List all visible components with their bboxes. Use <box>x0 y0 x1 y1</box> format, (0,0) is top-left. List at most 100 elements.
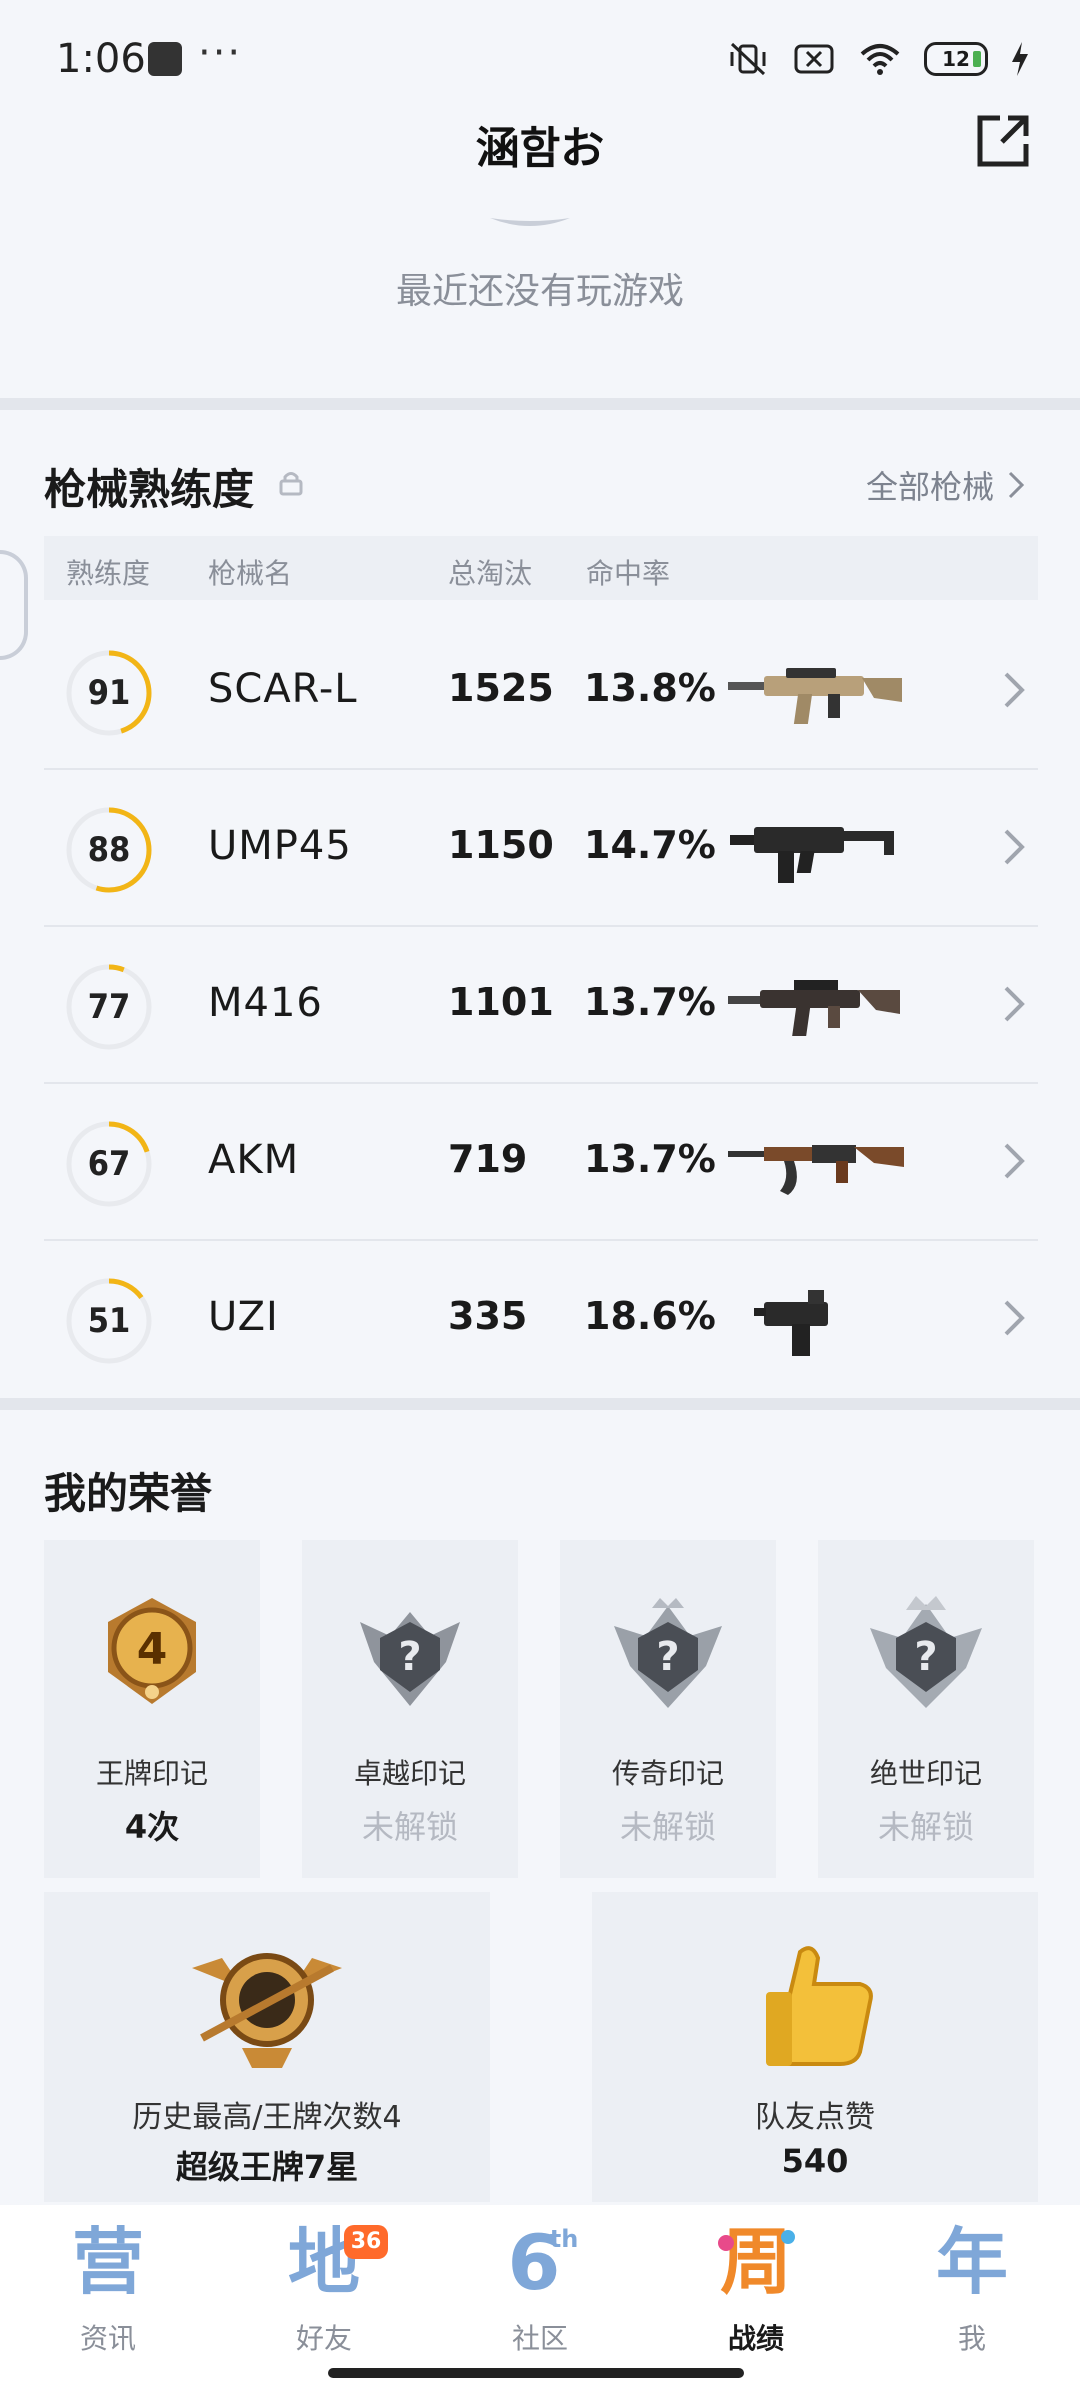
svg-text:?: ? <box>398 1634 421 1680</box>
weapon-name: M416 <box>208 980 323 1026</box>
nav-label: 好友 <box>295 2322 352 2355</box>
honors-section-title: 我的荣誉 <box>44 1469 213 1518</box>
weapon-row[interactable]: 77 M416 1101 13.7% <box>44 928 1038 1084</box>
weapons-table-header: 熟练度 枪械名 总淘汰 命中率 <box>44 536 1038 600</box>
recent-empty-text: 最近还没有玩游戏 <box>395 271 684 312</box>
section-divider <box>0 1398 1080 1410</box>
proficiency-level: 51 <box>87 1301 131 1341</box>
wifi-icon <box>860 44 900 75</box>
weapon-name: AKM <box>208 1137 300 1183</box>
weapon-row[interactable]: 91 SCAR-L 1525 13.8% <box>44 614 1038 770</box>
lock-icon <box>279 472 303 496</box>
weapon-name: UZI <box>208 1294 279 1340</box>
weapon-name: UMP45 <box>208 823 352 869</box>
nav-label: 资讯 <box>79 2322 136 2355</box>
uzi-smg-icon <box>754 1290 828 1356</box>
highest-rank-card[interactable]: 历史最高/王牌次数4 超级王牌7星 <box>44 1892 490 2202</box>
badge-card-peerless[interactable]: ? 绝世印记 未解锁 <box>818 1540 1034 1878</box>
teammate-likes-card[interactable]: 队友点赞 540 <box>592 1892 1038 2202</box>
weapon-kills: 1101 <box>448 980 554 1024</box>
badge-card-ace[interactable]: 4 王牌印记 4次 <box>44 1540 260 1878</box>
proficiency-level: 91 <box>87 673 131 713</box>
badge-label: 卓越印记 <box>353 1757 466 1790</box>
svg-text:?: ? <box>914 1634 937 1680</box>
weapon-accuracy: 18.6% <box>584 1294 716 1338</box>
chevron-right-icon <box>1004 672 1025 708</box>
chevron-right-icon <box>1008 471 1024 499</box>
weapon-row[interactable]: 67 AKM 719 13.7% <box>44 1085 1038 1241</box>
weapon-accuracy: 13.8% <box>584 666 716 710</box>
nav-tab-news[interactable]: 营 资讯 <box>0 2217 216 2367</box>
status-time: 1:06 <box>56 36 146 82</box>
svg-text:4: 4 <box>137 1624 168 1675</box>
svg-text:?: ? <box>656 1634 679 1680</box>
nav-tab-me[interactable]: 年 我 <box>864 2217 1080 2367</box>
section-divider <box>0 398 1080 410</box>
teammate-likes-value: 540 <box>781 2142 849 2180</box>
nav-label: 社区 <box>511 2322 568 2355</box>
weapon-row[interactable]: 88 UMP45 1150 14.7% <box>44 771 1038 927</box>
app-notification-icon <box>148 42 182 76</box>
weapon-kills: 335 <box>448 1294 528 1338</box>
badge-label: 传奇印记 <box>611 1757 724 1790</box>
column-weapon-name: 枪械名 <box>208 557 293 590</box>
column-kills: 总淘汰 <box>448 557 533 590</box>
nav-label: 我 <box>957 2322 986 2355</box>
locked-badge-icon: ? <box>360 1612 460 1706</box>
vibrate-off-icon <box>730 42 766 76</box>
badge-value: 4次 <box>124 1808 180 1846</box>
friends-count-badge: 36 <box>344 2225 388 2259</box>
thumbs-up-icon <box>766 1946 873 2066</box>
chevron-right-icon <box>1004 986 1025 1022</box>
chevron-right-icon <box>1004 1143 1025 1179</box>
news-tab-icon: 营 <box>72 2220 144 2304</box>
sim-none-icon <box>794 44 834 74</box>
badge-value: 未解锁 <box>619 1808 716 1846</box>
home-indicator[interactable] <box>328 2368 744 2378</box>
akm-rifle-icon <box>728 1145 904 1195</box>
weapon-name: SCAR-L <box>208 666 358 712</box>
empty-state-icon <box>490 218 570 226</box>
battery-icon: 12 <box>924 42 988 76</box>
nav-glyph-sup: th <box>550 2225 579 2253</box>
nav-tab-community[interactable]: 6 th 社区 <box>432 2217 648 2367</box>
weapon-kills: 1150 <box>448 823 554 867</box>
badge-value: 未解锁 <box>877 1808 974 1846</box>
proficiency-level: 67 <box>87 1144 131 1184</box>
nav-glyph: 年 <box>936 2220 1008 2304</box>
ump45-smg-icon <box>730 827 894 883</box>
nav-tab-friends[interactable]: 地 36 好友 <box>216 2217 432 2367</box>
share-icon[interactable] <box>972 110 1034 172</box>
charging-icon <box>1012 42 1028 76</box>
teammate-likes-label: 队友点赞 <box>755 2100 875 2135</box>
highest-rank-label: 历史最高/王牌次数4 <box>132 2100 402 2135</box>
weapon-accuracy: 13.7% <box>584 1137 716 1181</box>
weapon-kills: 719 <box>448 1137 528 1181</box>
all-weapons-link[interactable]: 全部枪械 <box>866 462 1024 508</box>
weapon-accuracy: 13.7% <box>584 980 716 1024</box>
side-drawer-handle[interactable] <box>0 550 28 660</box>
super-ace-emblem-icon <box>192 1953 342 2068</box>
highest-rank-value: 超级王牌7星 <box>175 2148 359 2186</box>
battery-level: 12 <box>942 47 970 71</box>
badge-card-legend[interactable]: ? 传奇印记 未解锁 <box>560 1540 776 1878</box>
badge-card-excellence[interactable]: ? 卓越印记 未解锁 <box>302 1540 518 1878</box>
badge-value: 未解锁 <box>361 1808 458 1846</box>
community-tab-icon: 6 th <box>508 2218 579 2305</box>
locked-badge-icon: ? <box>870 1596 982 1708</box>
me-tab-icon: 年 <box>936 2220 1008 2304</box>
badge-label: 王牌印记 <box>95 1757 208 1790</box>
column-accuracy: 命中率 <box>586 557 671 590</box>
stats-tab-icon: 周 <box>718 2220 795 2304</box>
nav-tab-stats[interactable]: 周 战绩 <box>648 2217 864 2367</box>
weapons-section-title: 枪械熟练度 <box>44 465 255 514</box>
more-notifications-icon: ··· <box>198 30 243 76</box>
page-title: 涵함お <box>475 123 605 174</box>
weapon-accuracy: 14.7% <box>584 823 716 867</box>
ace-badge-icon: 4 <box>108 1598 196 1704</box>
proficiency-level: 88 <box>87 830 131 870</box>
weapon-row[interactable]: 51 UZI 335 18.6% <box>44 1242 1038 1398</box>
m416-rifle-icon <box>728 980 900 1036</box>
weapon-kills: 1525 <box>448 666 554 710</box>
locked-badge-icon: ? <box>614 1598 722 1708</box>
